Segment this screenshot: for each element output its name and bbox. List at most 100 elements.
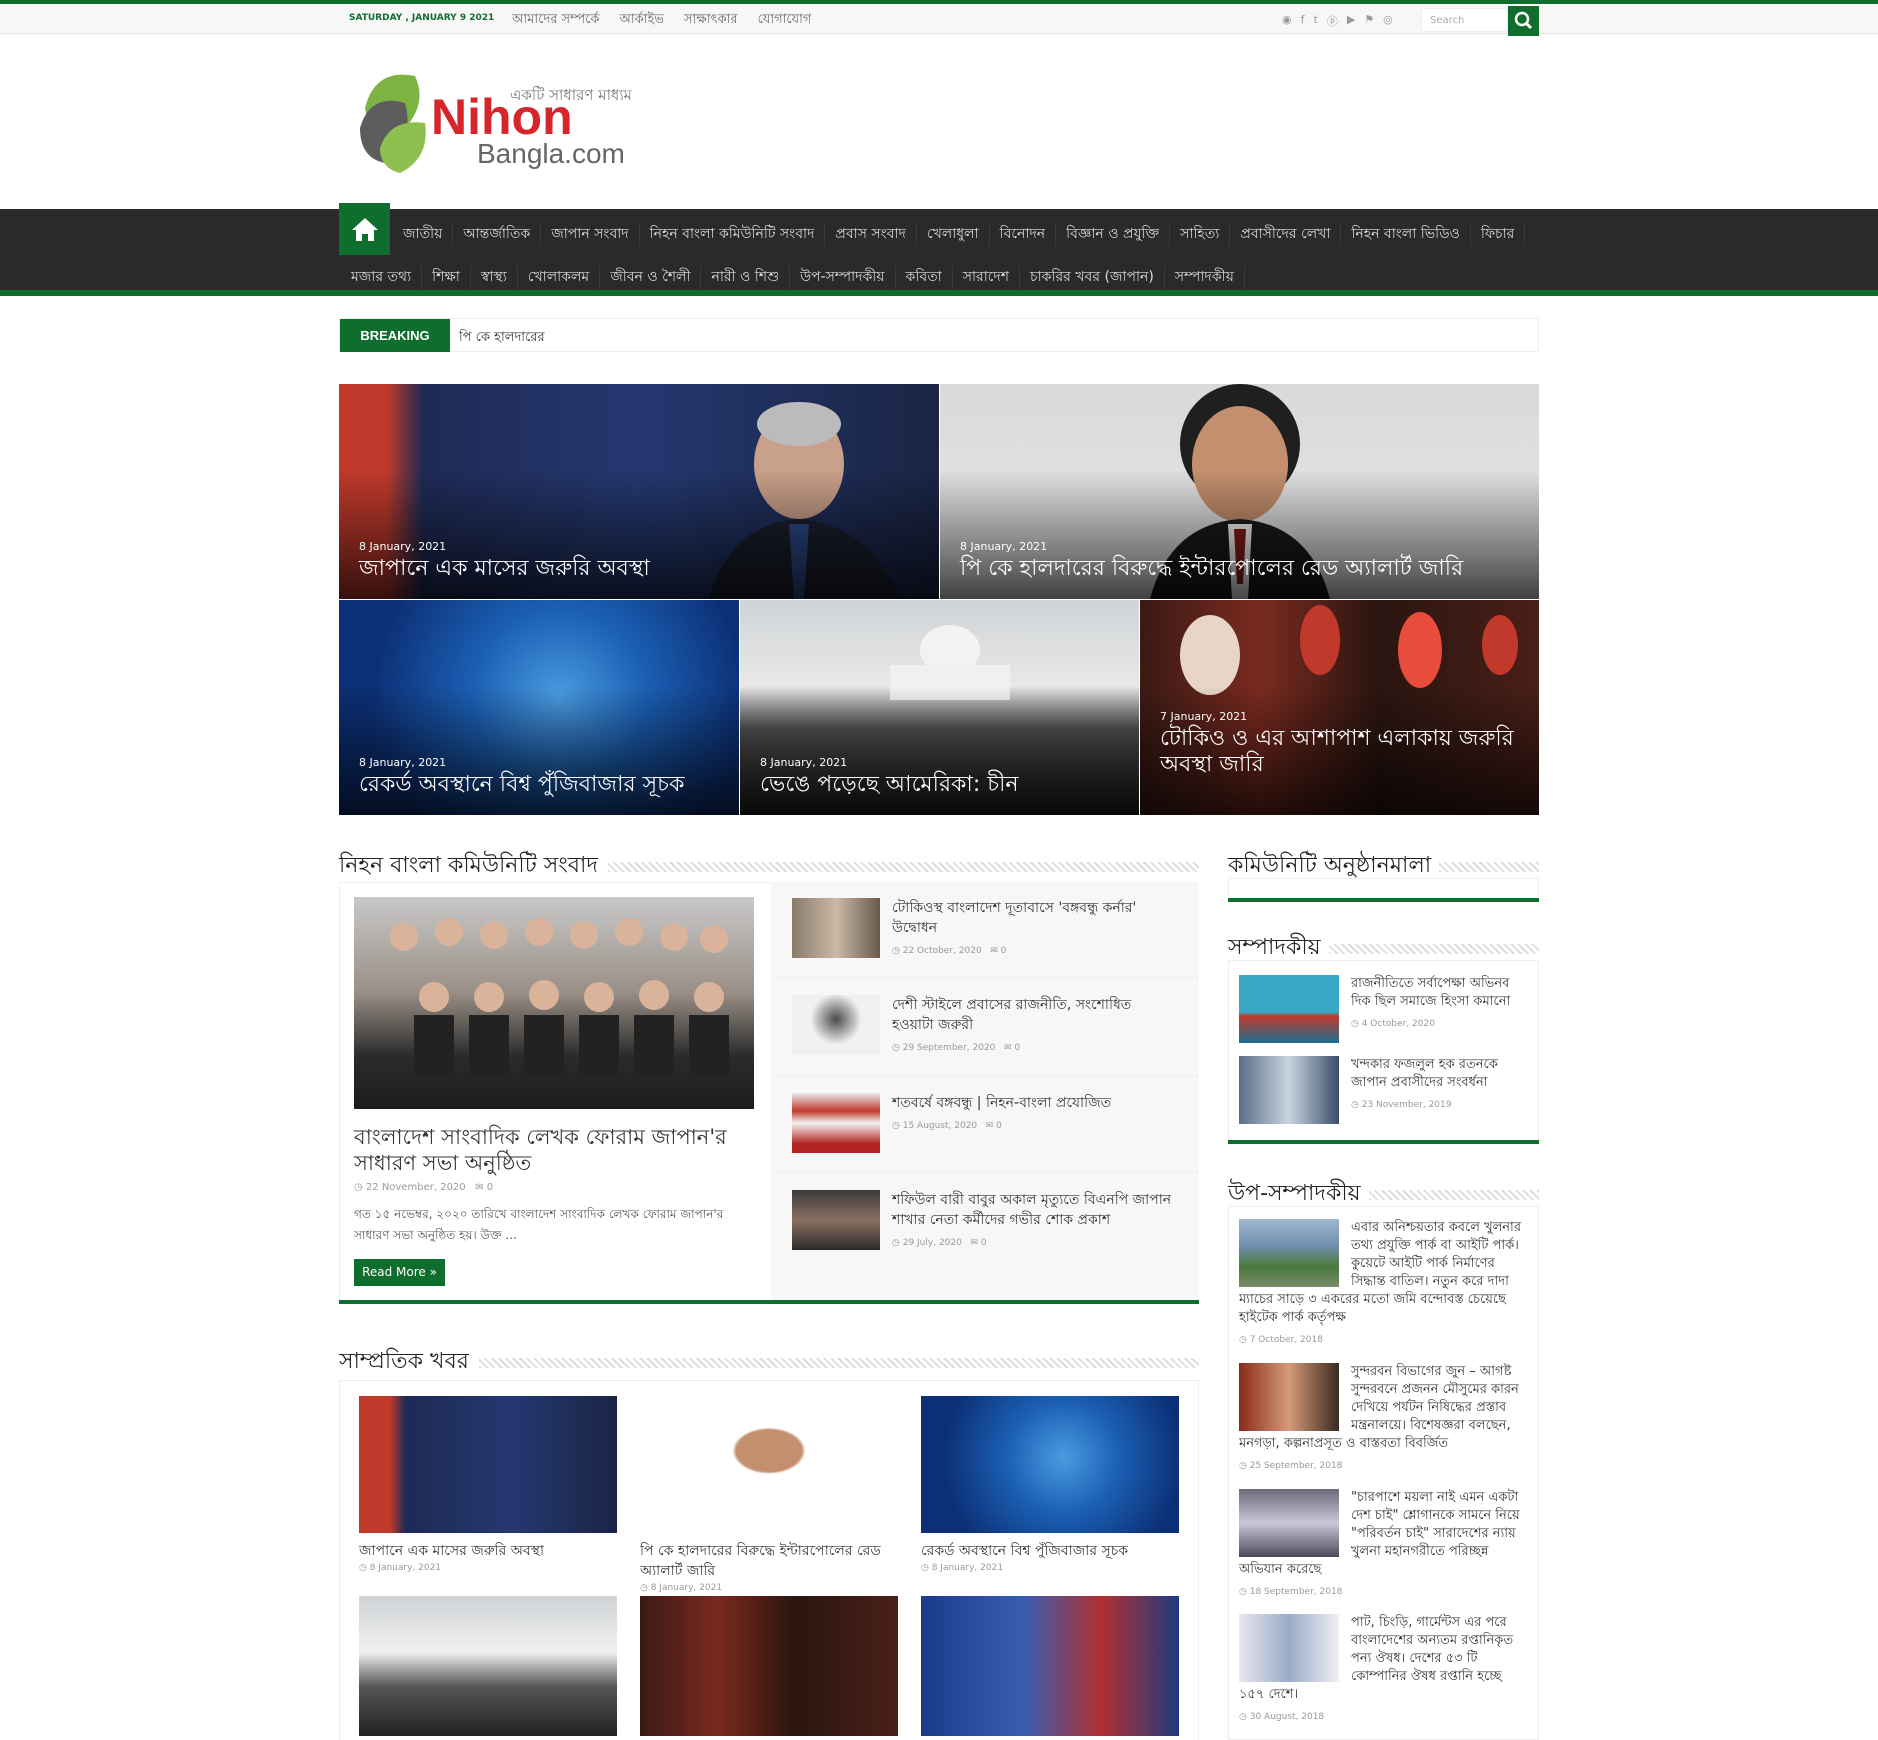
nav-item[interactable]: কবিতা (896, 265, 953, 289)
recent-thumbnail[interactable] (921, 1596, 1179, 1736)
item-meta: ◷ 29 July, 2020 ✉ 0 (892, 1238, 987, 1248)
tile-date: 8 January, 2021 (760, 756, 848, 769)
nav-item[interactable]: নিহন বাংলা ভিডিও (1341, 222, 1471, 246)
read-more-button[interactable]: Read More » (354, 1259, 445, 1286)
pinterest-icon[interactable]: ⓟ (1327, 13, 1338, 29)
foursquare-icon[interactable]: ⚑ (1364, 13, 1374, 29)
item-thumbnail (792, 1093, 880, 1153)
featured-tile-2[interactable]: 8 January, 2021 পি কে হালদারের বিরুদ্ধে … (940, 384, 1539, 599)
community-list-item[interactable]: দেশী স্টাইলে প্রবাসের রাজনীতি, সংশোধিত হ… (792, 995, 1172, 1057)
home-icon (351, 218, 378, 241)
nav-item[interactable]: সারাদেশ (953, 265, 1021, 289)
recent-thumbnail (921, 1396, 1179, 1533)
nav-item[interactable]: স্বাস্থ্য (471, 265, 518, 289)
nav-item[interactable]: জাপান সংবাদ (541, 222, 640, 246)
item-title[interactable]: শতবর্ষে বঙ্গবন্ধু | নিহন-বাংলা প্রযোজিত (892, 1093, 1177, 1113)
nav-item[interactable]: জাতীয় (393, 222, 454, 246)
site-logo[interactable]: একটি সাধারণ মাধ্যম Nihon Bangla.com (355, 68, 635, 178)
op-ed-thumbnail (1239, 1489, 1339, 1557)
recent-section-heading: সাম্প্রতিক খবর (339, 1344, 1199, 1381)
nav-item[interactable]: নিহন বাংলা কমিউনিটি সংবাদ (640, 222, 826, 246)
community-main-image[interactable] (354, 897, 754, 1109)
nav-item[interactable]: ফিচার (1471, 222, 1526, 246)
recent-thumbnail[interactable] (640, 1596, 898, 1736)
instagram-icon[interactable]: ◎ (1383, 13, 1393, 29)
op-ed-item[interactable]: এবার অনিশ্চয়তার কবলে খুলনার তথ্য প্রযুক… (1239, 1219, 1529, 1349)
featured-tile-1[interactable]: 8 January, 2021 জাপানে এক মাসের জরুরি অব… (339, 384, 939, 599)
search-input[interactable]: Search (1421, 8, 1508, 32)
op-ed-item[interactable]: সুন্দরবন বিভাগের জুন – আগষ্ট সুন্দরবনে প… (1239, 1363, 1529, 1475)
recent-item[interactable]: পি কে হালদারের বিরুদ্ধে ইন্টারপোলের রেড … (640, 1396, 898, 1593)
nav-item[interactable]: প্রবাস সংবাদ (825, 222, 917, 246)
breaking-news-ticker[interactable]: পি কে হালদারের (459, 328, 545, 349)
nav-item[interactable]: সম্পাদকীয় (1165, 265, 1245, 289)
nav-item[interactable]: মজার তথ্য (341, 265, 423, 289)
top-link-archive[interactable]: আর্কাইভ (619, 10, 663, 31)
tile-title[interactable]: ভেঙে পড়েছে আমেরিকা: চীন (760, 772, 1119, 798)
community-list-item[interactable]: টোকিওস্থ বাংলাদেশ দূতাবাসে 'বঙ্গবন্ধু কর… (792, 898, 1172, 960)
search-button[interactable] (1508, 6, 1539, 36)
tile-title[interactable]: রেকর্ড অবস্থানে বিশ্ব পুঁজিবাজার সূচক (359, 772, 719, 798)
social-links: ◉ f t ⓟ ▶ ⚑ ◎ (1282, 13, 1393, 29)
nav-item[interactable]: চাকরির খবর (জাপান) (1020, 265, 1165, 289)
recent-thumbnail (359, 1396, 617, 1533)
editorial-bottom-line (1228, 1140, 1539, 1144)
recent-meta: ◷ 8 January, 2021 (640, 1583, 723, 1593)
community-main-comments[interactable]: 0 (487, 1182, 493, 1193)
featured-tile-5[interactable]: 7 January, 2021 টোকিও ও এর আশাপাশ এলাকায… (1140, 600, 1539, 815)
youtube-icon[interactable]: ▶ (1347, 13, 1355, 29)
item-title[interactable]: দেশী স্টাইলে প্রবাসের রাজনীতি, সংশোধিত হ… (892, 995, 1177, 1035)
nav-item[interactable]: নারী ও শিশু (701, 265, 791, 289)
tile-date: 7 January, 2021 (1160, 710, 1248, 723)
op-ed-item[interactable]: পাট, চিংড়ি, গার্মেন্টস এর পরে বাংলাদেশে… (1239, 1614, 1529, 1726)
heading-stripe (607, 861, 1199, 872)
twitter-icon[interactable]: t (1313, 13, 1317, 29)
nav-item[interactable]: খোলাকলম (518, 265, 601, 289)
recent-item[interactable]: রেকর্ড অবস্থানে বিশ্ব পুঁজিবাজার সূচক ◷ … (921, 1396, 1179, 1573)
list-divider (771, 1075, 1199, 1076)
nav-item[interactable]: উপ-সম্পাদকীয় (790, 265, 896, 289)
nav-item[interactable]: শিক্ষা (422, 265, 471, 289)
nav-item[interactable]: জীবন ও শৈলী (600, 265, 702, 289)
tile-title[interactable]: পি কে হালদারের বিরুদ্ধে ইন্টারপোলের রেড … (960, 556, 1519, 582)
current-date: SATURDAY , JANUARY 9 2021 (349, 13, 495, 23)
community-bottom-line (339, 1300, 1199, 1304)
community-main-title[interactable]: বাংলাদেশ সাংবাদিক লেখক ফোরাম জাপান'র সাধ… (354, 1124, 754, 1176)
top-link-contact[interactable]: যোগাযোগ (758, 10, 812, 31)
top-link-interview[interactable]: সাক্ষাৎকার (684, 10, 738, 31)
rss-icon[interactable]: ◉ (1282, 13, 1292, 29)
nav-item[interactable]: প্রবাসীদের লেখা (1230, 222, 1342, 246)
nav-item[interactable]: বিজ্ঞান ও প্রযুক্তি (1056, 222, 1171, 246)
recent-thumbnail[interactable] (359, 1596, 617, 1736)
recent-item[interactable]: জাপানে এক মাসের জরুরি অবস্থা ◷ 8 January… (359, 1396, 617, 1573)
item-title[interactable]: টোকিওস্থ বাংলাদেশ দূতাবাসে 'বঙ্গবন্ধু কর… (892, 898, 1177, 938)
community-heading-text: নিহন বাংলা কমিউনিটি সংবাদ (339, 853, 598, 878)
community-list-item[interactable]: শতবর্ষে বঙ্গবন্ধু | নিহন-বাংলা প্রযোজিত … (792, 1093, 1172, 1155)
op-ed-item[interactable]: "চারপাশে ময়লা নাই এমন একটা দেশ চাই" শ্ল… (1239, 1489, 1529, 1601)
tile-title[interactable]: টোকিও ও এর আশাপাশ এলাকায় জরুরি অবস্থা জ… (1160, 726, 1519, 778)
home-button[interactable] (339, 203, 390, 255)
heading-stripe (478, 1357, 1199, 1368)
group-photo (390, 918, 729, 1075)
top-link-about[interactable]: আমাদের সম্পর্কে (512, 10, 599, 31)
breaking-news-bar: BREAKING NEWS পি কে হালদারের (339, 318, 1539, 376)
facebook-icon[interactable]: f (1301, 13, 1305, 29)
recent-title[interactable]: পি কে হালদারের বিরুদ্ধে ইন্টারপোলের রেড … (640, 1541, 898, 1581)
featured-tile-4[interactable]: 8 January, 2021 ভেঙে পড়েছে আমেরিকা: চীন (740, 600, 1139, 815)
item-meta: ◷ 29 September, 2020 ✉ 0 (892, 1043, 1021, 1053)
nav-item[interactable]: আন্তর্জাতিক (453, 222, 542, 246)
recent-title[interactable]: রেকর্ড অবস্থানে বিশ্ব পুঁজিবাজার সূচক (921, 1541, 1179, 1561)
search-icon (1514, 11, 1533, 30)
tile-title[interactable]: জাপানে এক মাসের জরুরি অবস্থা (359, 556, 919, 582)
featured-tile-3[interactable]: 8 January, 2021 রেকর্ড অবস্থানে বিশ্ব পু… (339, 600, 739, 815)
editorial-item[interactable]: খন্দকার ফজলুল হক রতনকে জাপান প্রবাসীদের … (1239, 1056, 1529, 1124)
nav-item[interactable]: খেলাধুলা (917, 222, 990, 246)
item-title[interactable]: শফিউল বারী বাবুর অকাল মৃত্যুতে বিএনপি জা… (892, 1190, 1177, 1230)
recent-title[interactable]: জাপানে এক মাসের জরুরি অবস্থা (359, 1541, 617, 1561)
community-list-item[interactable]: শফিউল বারী বাবুর অকাল মৃত্যুতে বিএনপি জা… (792, 1190, 1172, 1252)
nav-item[interactable]: সাহিত্য (1170, 222, 1231, 246)
nav-item[interactable]: বিনোদন (990, 222, 1057, 246)
editorial-item[interactable]: রাজনীতিতে সর্বাপেক্ষা অভিনব দিক ছিল সমাজ… (1239, 975, 1529, 1043)
community-main-meta: ◷ 22 November, 2020 ✉ 0 (354, 1182, 493, 1193)
community-main-date: 22 November, 2020 (365, 1182, 466, 1193)
